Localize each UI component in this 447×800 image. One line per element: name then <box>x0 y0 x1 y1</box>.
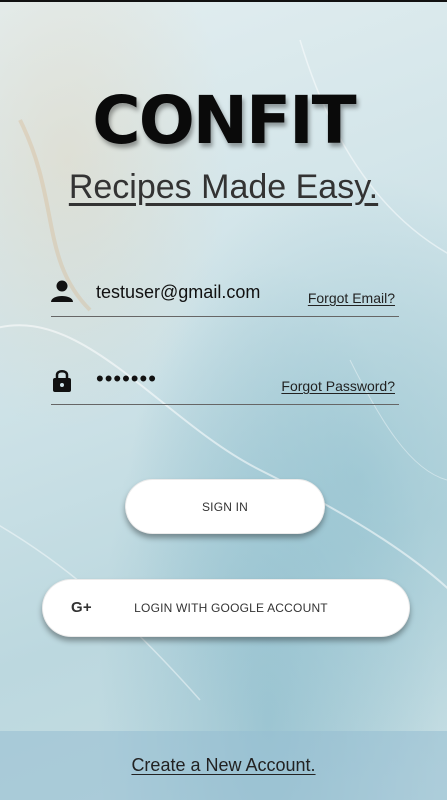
sign-in-label: SIGN IN <box>201 499 249 514</box>
email-input[interactable] <box>96 282 276 303</box>
create-account-link[interactable]: Create a New Account. <box>131 755 315 776</box>
password-input[interactable]: ••••••• <box>96 366 276 392</box>
app-tagline: Recipes Made Easy. <box>68 168 379 206</box>
google-login-button[interactable]: G+ LOGIN WITH GOOGLE ACCOUNT <box>42 579 410 637</box>
person-icon <box>51 280 73 302</box>
forgot-email-link[interactable]: Forgot Email? <box>308 290 395 306</box>
lock-icon <box>53 370 71 392</box>
google-login-label: LOGIN WITH GOOGLE ACCOUNT <box>134 601 328 615</box>
sign-in-button[interactable]: SIGN IN <box>125 479 325 534</box>
app-logo: CONFIT <box>92 82 356 159</box>
email-field-row: Forgot Email? <box>51 276 399 317</box>
forgot-password-link[interactable]: Forgot Password? <box>281 378 395 394</box>
footer-bar: Create a New Account. <box>0 731 447 800</box>
password-field-row: ••••••• Forgot Password? <box>51 364 399 405</box>
google-plus-icon: G+ <box>71 599 92 616</box>
